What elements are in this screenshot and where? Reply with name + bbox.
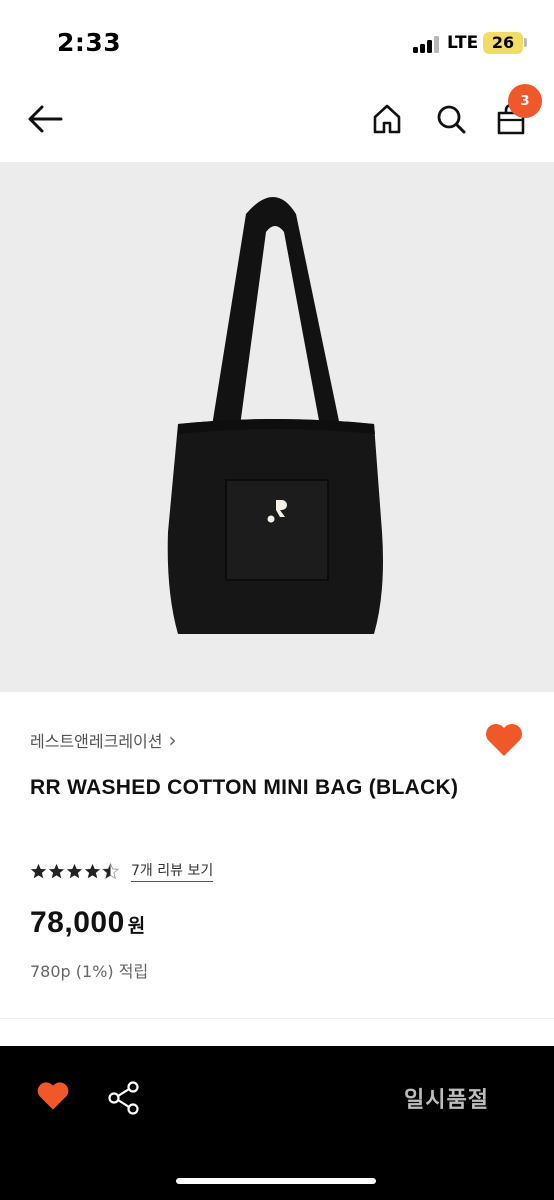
network-type: LTE: [447, 33, 479, 53]
price-row: 78,000 원: [30, 906, 145, 940]
product-info: 레스트앤레크레이션 › RR WASHED COTTON MINI BAG (B…: [0, 692, 554, 1020]
back-button[interactable]: [22, 98, 68, 140]
price-currency: 원: [127, 915, 146, 937]
product-image[interactable]: [0, 162, 554, 692]
status-bar: 2:33 LTE 26: [0, 0, 554, 82]
star-icon: [84, 863, 101, 878]
heart-icon: [486, 724, 522, 756]
star-icon: [48, 863, 65, 878]
tote-bag-image: [167, 197, 383, 634]
share-button[interactable]: [106, 1080, 142, 1116]
battery-icon: 26: [483, 32, 523, 54]
search-button[interactable]: [428, 96, 474, 142]
signal-strength-icon: [413, 36, 439, 53]
brand-link[interactable]: 레스트앤레크레이션 ›: [30, 728, 176, 752]
star-rating: [30, 862, 119, 880]
arrow-left-icon: [28, 105, 63, 133]
home-button[interactable]: [364, 96, 410, 142]
status-time: 2:33: [57, 28, 122, 57]
star-icon: [66, 863, 83, 878]
top-navigation: [0, 82, 554, 162]
price-value: 78,000: [30, 906, 125, 939]
review-link[interactable]: 7개 리뷰 보기: [131, 860, 214, 882]
bottom-action-bar: 일시품절: [0, 1046, 554, 1200]
home-indicator: [176, 1178, 376, 1184]
brand-name: 레스트앤레크레이션: [30, 732, 163, 751]
sold-out-label: 일시품절: [404, 1088, 489, 1113]
search-icon: [437, 105, 466, 134]
battery-tip: [524, 38, 527, 47]
section-divider: [0, 1018, 554, 1019]
rating-row: 7개 리뷰 보기: [30, 860, 214, 882]
wishlist-button[interactable]: [484, 722, 524, 758]
heart-icon: [37, 1082, 69, 1110]
chevron-right-icon: ›: [168, 728, 177, 752]
star-icon: [30, 863, 47, 878]
share-icon: [108, 1081, 139, 1115]
cart-count-badge: 3: [508, 84, 542, 118]
product-title: RR WASHED COTTON MINI BAG (BLACK): [30, 776, 459, 799]
home-icon: [373, 104, 401, 134]
reward-points: 780p (1%) 적립: [30, 962, 149, 981]
star-half-icon: [102, 862, 119, 879]
bottom-wishlist-button[interactable]: [36, 1080, 70, 1112]
